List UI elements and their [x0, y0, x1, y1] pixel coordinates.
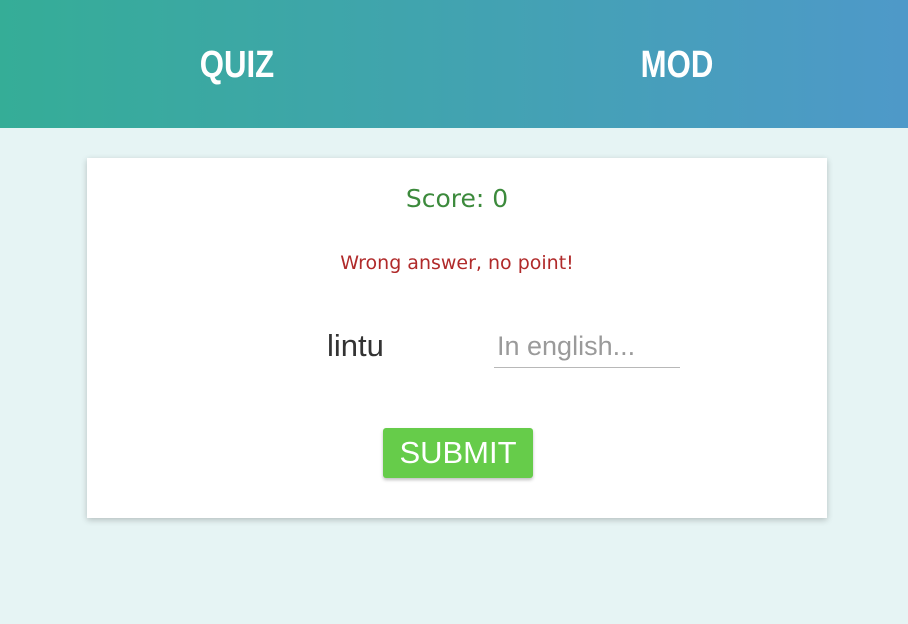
- top-nav-bar: QUIZ MOD: [0, 0, 908, 128]
- score-label: Score:: [405, 184, 485, 213]
- question-word: lintu: [327, 328, 384, 363]
- submit-button[interactable]: SUBMIT: [383, 428, 533, 478]
- answer-input[interactable]: [494, 326, 680, 368]
- answer-feedback-message: Wrong answer, no point!: [340, 252, 574, 274]
- score-display: Score: 0: [87, 184, 827, 213]
- score-value: 0: [492, 184, 509, 213]
- quiz-card: Score: 0 Wrong answer, no point! lintu S…: [87, 158, 827, 518]
- nav-mod-link[interactable]: MOD: [628, 40, 726, 90]
- nav-quiz-link[interactable]: QUIZ: [196, 40, 278, 90]
